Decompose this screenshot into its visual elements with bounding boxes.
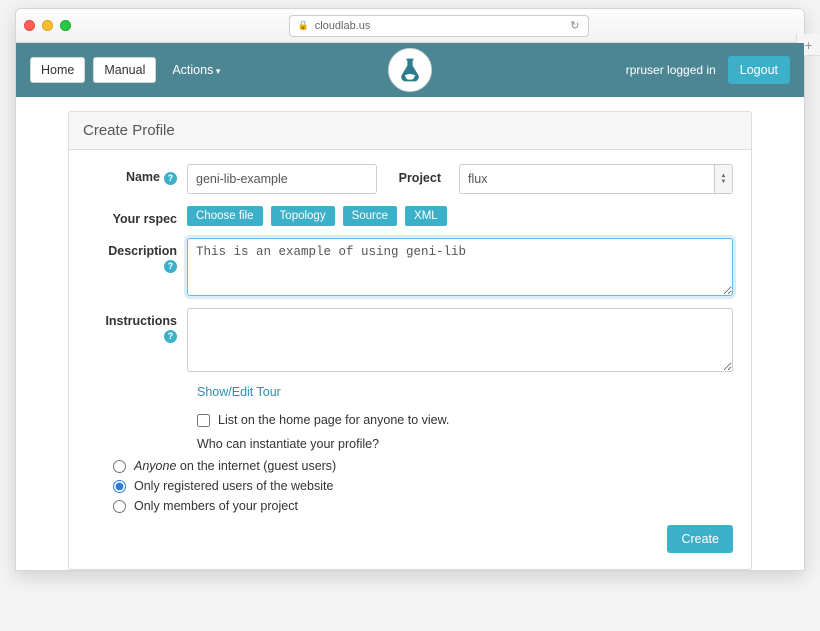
description-label: Description?	[87, 238, 187, 296]
select-arrows-icon: ▲▼	[714, 165, 732, 193]
brand-logo	[388, 48, 432, 92]
radio-registered[interactable]	[113, 480, 126, 493]
name-label: Name?	[87, 164, 187, 194]
xml-button[interactable]: XML	[405, 206, 447, 226]
refresh-icon[interactable]: ↻	[570, 19, 579, 32]
radio-members[interactable]	[113, 500, 126, 513]
radio-members-label: Only members of your project	[134, 499, 298, 513]
instantiate-question: Who can instantiate your profile?	[197, 437, 733, 451]
nav-home-button[interactable]: Home	[30, 57, 85, 83]
logout-button[interactable]: Logout	[728, 56, 790, 84]
radio-anyone[interactable]	[113, 460, 126, 473]
window-close-icon[interactable]	[24, 20, 35, 31]
description-textarea[interactable]: This is an example of using geni-lib	[187, 238, 733, 296]
instructions-label: Instructions?	[87, 308, 187, 372]
window-minimize-icon[interactable]	[42, 20, 53, 31]
create-button[interactable]: Create	[667, 525, 733, 553]
radio-anyone-label: Anyone on the internet (guest users)	[134, 459, 336, 473]
nav-manual-button[interactable]: Manual	[93, 57, 156, 83]
lock-icon: 🔒	[298, 20, 309, 31]
help-icon[interactable]: ?	[164, 172, 177, 185]
url-text: cloudlab.us	[315, 20, 371, 32]
project-label: Project	[385, 164, 451, 185]
help-icon[interactable]: ?	[164, 260, 177, 273]
project-select[interactable]: flux	[459, 164, 733, 194]
list-homepage-checkbox[interactable]	[197, 414, 210, 427]
help-icon[interactable]: ?	[164, 330, 177, 343]
show-edit-tour-link[interactable]: Show/Edit Tour	[197, 385, 281, 399]
list-homepage-label: List on the home page for anyone to view…	[218, 413, 449, 427]
nav-actions-dropdown[interactable]: Actions	[164, 58, 228, 82]
name-input[interactable]	[187, 164, 377, 194]
choose-file-button[interactable]: Choose file	[187, 206, 263, 226]
window-zoom-icon[interactable]	[60, 20, 71, 31]
instructions-textarea[interactable]	[187, 308, 733, 372]
address-bar[interactable]: 🔒 cloudlab.us ↻	[289, 15, 589, 37]
topology-button[interactable]: Topology	[271, 206, 335, 226]
source-button[interactable]: Source	[343, 206, 397, 226]
logged-in-text: rpruser logged in	[626, 63, 716, 77]
panel-title: Create Profile	[69, 112, 751, 150]
rspec-label: Your rspec	[87, 206, 187, 226]
radio-registered-label: Only registered users of the website	[134, 479, 333, 493]
